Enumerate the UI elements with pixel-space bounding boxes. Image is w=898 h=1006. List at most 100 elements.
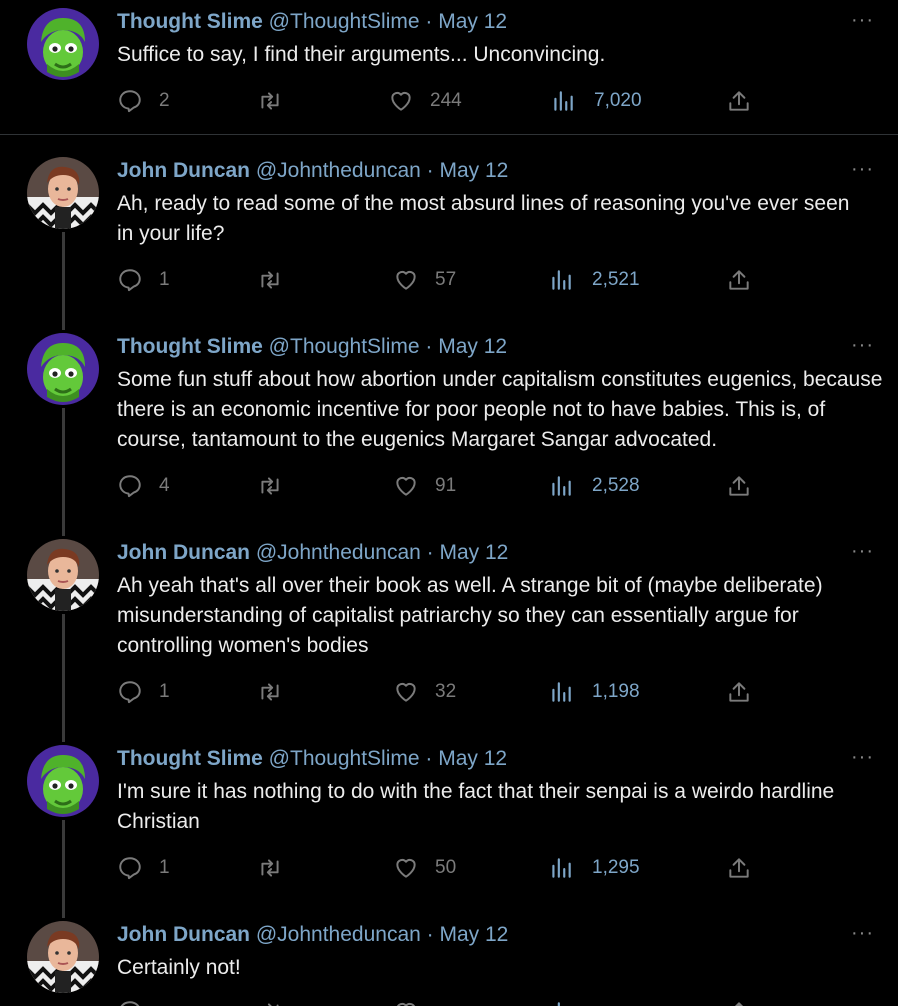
retweet-button[interactable] (257, 473, 299, 499)
tweet[interactable]: Thought Slime @ThoughtSlime · May 12 ···… (0, 8, 898, 132)
more-icon[interactable]: ··· (851, 159, 874, 179)
tweet[interactable]: John Duncan @Johntheduncan · May 12 ··· … (0, 539, 898, 729)
like-icon (388, 88, 414, 114)
more-icon[interactable]: ··· (851, 10, 874, 30)
retweet-icon (257, 88, 283, 114)
like-count: 244 (430, 90, 462, 111)
display-name[interactable]: John Duncan (117, 923, 250, 946)
like-button[interactable] (393, 999, 419, 1006)
retweet-button[interactable] (257, 999, 283, 1006)
like-count: 50 (435, 857, 457, 878)
user-handle[interactable]: @ThoughtSlime (269, 10, 420, 33)
separator: · (425, 335, 433, 358)
like-button[interactable]: 244 (388, 88, 462, 114)
reply-button[interactable]: 1 (117, 267, 170, 293)
avatar[interactable] (27, 333, 99, 405)
more-icon[interactable]: ··· (851, 541, 874, 561)
separator: · (426, 923, 434, 946)
tweet-date[interactable]: May 12 (438, 335, 507, 358)
separator: · (426, 541, 434, 564)
views-icon (548, 679, 574, 705)
avatar[interactable] (27, 921, 99, 993)
tweet[interactable]: John Duncan @Johntheduncan · May 12 ··· … (0, 157, 898, 317)
tweet-actions: 1 57 2,521 (117, 267, 777, 297)
like-button[interactable]: 91 (393, 473, 456, 499)
like-button[interactable]: 57 (393, 267, 456, 293)
tweet-text: Some fun stuff about how abortion under … (117, 368, 883, 451)
tweet[interactable]: Thought Slime @ThoughtSlime · May 12 ···… (0, 745, 898, 905)
reply-button[interactable]: 1 (117, 679, 170, 705)
more-icon[interactable]: ··· (851, 335, 874, 355)
like-button[interactable]: 50 (393, 855, 456, 881)
share-icon (726, 679, 752, 705)
share-button[interactable] (726, 999, 752, 1006)
more-icon[interactable]: ··· (851, 923, 874, 943)
tweet-text: Suffice to say, I find their arguments..… (117, 43, 606, 66)
tweet-header: John Duncan @Johntheduncan · May 12 (117, 539, 508, 567)
tweet-date[interactable]: May 12 (440, 923, 509, 946)
tweet-actions: 2 244 7,020 (117, 88, 777, 118)
user-handle[interactable]: @Johntheduncan (256, 923, 421, 946)
views-button[interactable]: 2,528 (548, 473, 640, 499)
user-handle[interactable]: @Johntheduncan (256, 541, 421, 564)
tweet-actions: 1 50 1,295 (117, 855, 777, 885)
reply-count: 2 (159, 90, 170, 111)
avatar[interactable] (27, 745, 99, 817)
display-name[interactable]: Thought Slime (117, 10, 263, 33)
tweet-date[interactable]: May 12 (440, 541, 509, 564)
user-handle[interactable]: @ThoughtSlime (269, 747, 420, 770)
views-button[interactable] (548, 999, 574, 1006)
avatar[interactable] (27, 539, 99, 611)
views-icon (548, 855, 574, 881)
user-handle[interactable]: @ThoughtSlime (269, 335, 420, 358)
retweet-button[interactable] (257, 88, 299, 114)
display-name[interactable]: Thought Slime (117, 747, 263, 770)
tweet-actions: 1 32 1,198 (117, 679, 777, 709)
display-name[interactable]: Thought Slime (117, 335, 263, 358)
retweet-button[interactable] (257, 679, 299, 705)
share-icon (726, 999, 752, 1006)
view-count: 2,528 (592, 475, 640, 496)
reply-icon (117, 267, 143, 293)
reply-button[interactable] (117, 999, 143, 1006)
reply-count: 1 (159, 681, 170, 702)
tweet-date[interactable]: May 12 (440, 159, 509, 182)
share-button[interactable] (726, 88, 752, 114)
retweet-icon (257, 999, 283, 1006)
display-name[interactable]: John Duncan (117, 159, 250, 182)
more-icon[interactable]: ··· (851, 747, 874, 767)
share-button[interactable] (726, 267, 752, 293)
views-icon (548, 999, 574, 1006)
display-name[interactable]: John Duncan (117, 541, 250, 564)
views-button[interactable]: 2,521 (548, 267, 640, 293)
tweet-date[interactable]: May 12 (438, 10, 507, 33)
retweet-icon (257, 267, 283, 293)
retweet-icon (257, 679, 283, 705)
tweet[interactable]: Thought Slime @ThoughtSlime · May 12 ···… (0, 333, 898, 523)
retweet-icon (257, 855, 283, 881)
like-icon (393, 679, 419, 705)
tweet-actions (117, 999, 777, 1006)
retweet-button[interactable] (257, 267, 299, 293)
tweet-text: Ah, ready to read some of the most absur… (117, 192, 850, 245)
views-button[interactable]: 1,295 (548, 855, 640, 881)
reply-count: 1 (159, 857, 170, 878)
retweet-button[interactable] (257, 855, 299, 881)
avatar[interactable] (27, 8, 99, 80)
share-button[interactable] (726, 679, 752, 705)
avatar[interactable] (27, 157, 99, 229)
share-button[interactable] (726, 473, 752, 499)
views-button[interactable]: 7,020 (550, 88, 642, 114)
user-handle[interactable]: @Johntheduncan (256, 159, 421, 182)
share-icon (726, 473, 752, 499)
reply-button[interactable]: 4 (117, 473, 170, 499)
reply-button[interactable]: 2 (117, 88, 170, 114)
like-button[interactable]: 32 (393, 679, 456, 705)
like-icon (393, 999, 419, 1006)
reply-button[interactable]: 1 (117, 855, 170, 881)
share-button[interactable] (726, 855, 752, 881)
views-button[interactable]: 1,198 (548, 679, 640, 705)
tweet[interactable]: John Duncan @Johntheduncan · May 12 ··· … (0, 921, 898, 1006)
photo-avatar-icon (27, 539, 99, 611)
tweet-date[interactable]: May 12 (438, 747, 507, 770)
